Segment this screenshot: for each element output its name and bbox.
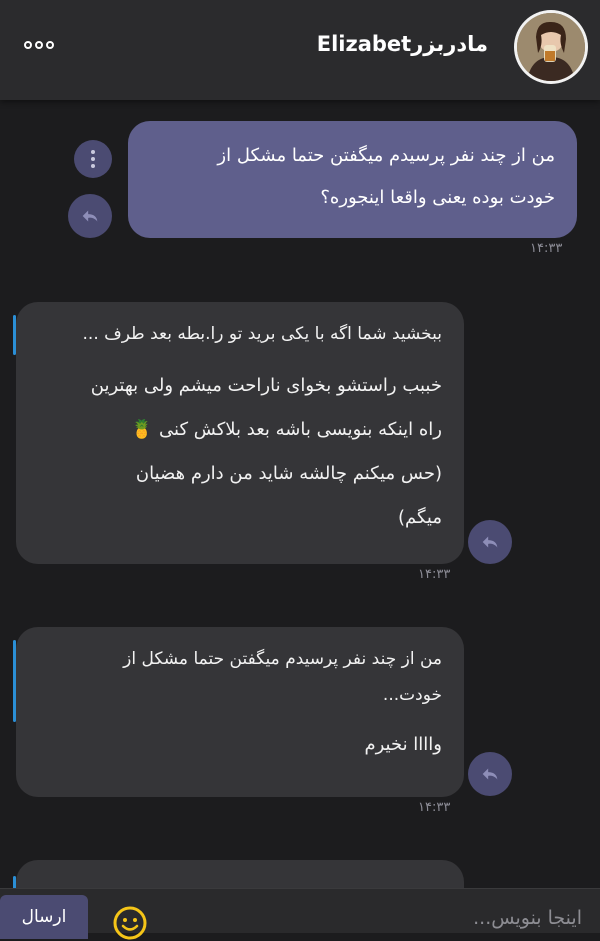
message-text-line: خببب راستشو بخوای ناراحت میشم ولی بهترین	[90, 375, 442, 396]
message-timestamp: ۱۴:۳۳	[530, 241, 563, 256]
reply-button[interactable]	[468, 520, 512, 564]
message-text-line: راه اینکه بنویسی باشه بعد بلاکش کنی 🍍	[130, 419, 442, 440]
emoji-icon[interactable]	[112, 905, 148, 941]
message-bubble-outgoing[interactable]: من از چند نفر پرسیدم میگفتن حتما مشکل از…	[128, 121, 577, 238]
reply-button[interactable]	[468, 752, 512, 796]
message-composer: ارسال	[0, 888, 600, 940]
message-text-line: واااا نخیرم	[364, 734, 442, 755]
message-text-line: (حس میکنم چالشه شاید من دارم هضیان	[135, 463, 442, 484]
reply-icon	[482, 768, 498, 780]
quote-bar	[13, 315, 16, 355]
quote-bar	[13, 640, 16, 722]
reply-button[interactable]	[68, 194, 112, 238]
more-dots-icon[interactable]	[24, 38, 64, 52]
chat-title: مادربزرElizabet	[316, 32, 488, 56]
reply-icon	[482, 536, 498, 548]
quoted-message-line[interactable]: من از چند نفر پرسیدم میگفتن حتما مشکل از	[38, 641, 442, 677]
quoted-message-line[interactable]: خودت...	[38, 677, 442, 713]
message-bubble-incoming[interactable]: ببخشید شما اگه با یکی برید تو را.بطه بعد…	[16, 302, 464, 564]
message-text-line: من از چند نفر پرسیدم میگفتن حتما مشکل از	[217, 145, 555, 166]
send-button[interactable]: ارسال	[0, 895, 88, 939]
chat-header: مادربزرElizabet	[0, 0, 600, 100]
message-timestamp: ۱۴:۳۳	[418, 567, 451, 582]
message-text-line: میگم)	[397, 507, 442, 528]
avatar-photo	[517, 13, 585, 81]
message-text-line: خودت بوده یعنی واقعا اینجوره؟	[320, 187, 555, 208]
message-timestamp: ۱۴:۳۳	[418, 800, 451, 815]
message-bubble-incoming[interactable]: من از چند نفر پرسیدم میگفتن حتما مشکل از…	[16, 627, 464, 797]
quote-bar	[13, 876, 16, 888]
message-list[interactable]: من از چند نفر پرسیدم میگفتن حتما مشکل از…	[0, 100, 600, 888]
message-bubble-incoming[interactable]	[16, 860, 464, 888]
message-options-button[interactable]	[74, 140, 112, 178]
avatar[interactable]	[514, 10, 588, 84]
message-input[interactable]	[282, 903, 582, 933]
quoted-message[interactable]: ببخشید شما اگه با یکی برید تو را.بطه بعد…	[38, 314, 442, 354]
reply-icon	[82, 210, 98, 222]
